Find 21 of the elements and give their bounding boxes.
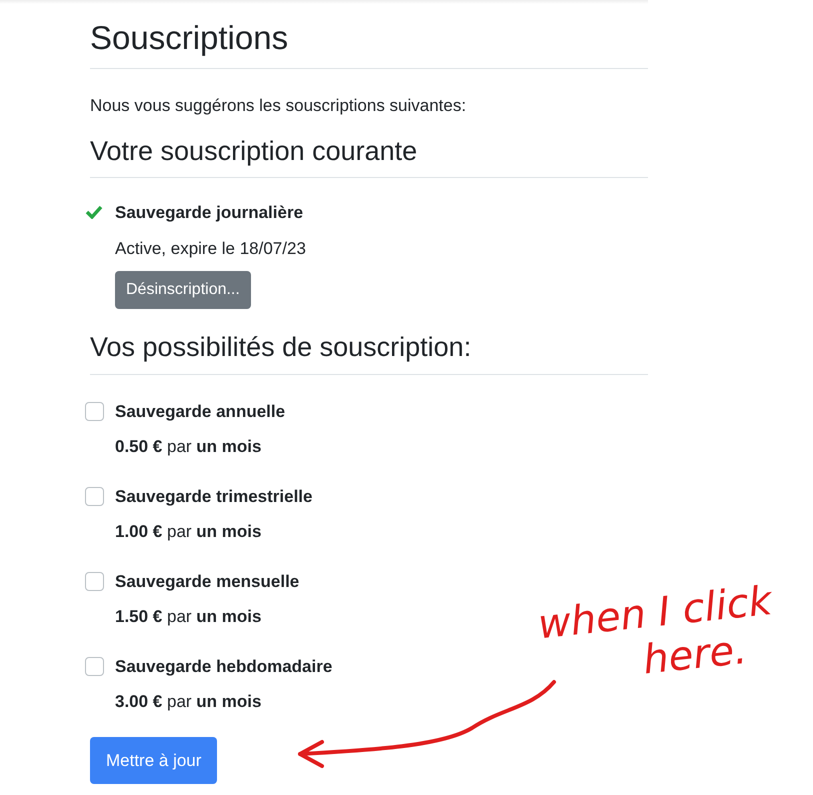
update-button[interactable]: Mettre à jour <box>90 736 218 784</box>
option-name: Sauvegarde trimestrielle <box>115 486 312 508</box>
checkbox[interactable] <box>85 656 104 676</box>
subscription-status: Active, expire le 18/07/23 <box>115 238 306 260</box>
section-heading: Vos possibilités de souscription: <box>90 327 648 374</box>
option-price: 1.00 € par un mois <box>115 521 262 543</box>
option-price: 0.50 € par un mois <box>115 436 262 458</box>
option-name: Sauvegarde hebdomadaire <box>115 656 332 678</box>
checkbox[interactable] <box>85 486 104 506</box>
option-name: Sauvegarde annuelle <box>115 400 286 423</box>
handwritten-note: when I click here. <box>536 578 775 686</box>
unsubscribe-button[interactable]: Désinscription... <box>115 271 251 309</box>
page-title: Souscriptions <box>90 4 648 69</box>
option-price: 1.50 € par un mois <box>115 606 262 628</box>
checkbox[interactable] <box>85 572 104 590</box>
subscription-name: Sauvegarde journalière <box>115 202 304 224</box>
option-price: 3.00 € par un mois <box>115 691 262 713</box>
intro-text: Nous vous suggérons les souscriptions suivantes: <box>90 95 468 117</box>
section-heading: Votre souscription courante <box>90 130 648 178</box>
option-name: Sauvegarde mensuelle <box>115 570 300 593</box>
checkbox[interactable] <box>85 402 104 420</box>
